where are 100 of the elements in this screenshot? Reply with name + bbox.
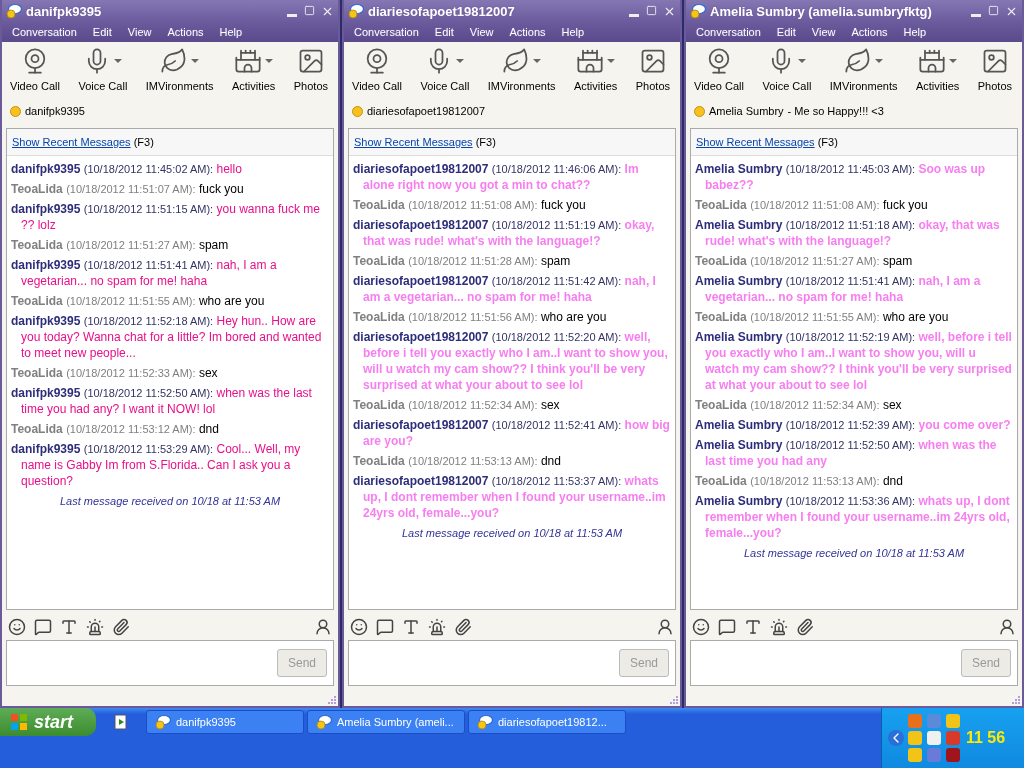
menu-item[interactable]: View [127,26,152,38]
chat-message: TeoaLida (10/18/2012 11:51:08 AM): fuck you [695,197,929,213]
show-desktop-icon[interactable] [113,714,129,730]
alert-icon[interactable] [86,618,104,636]
chevron-left-icon[interactable] [888,730,904,746]
menu-item[interactable]: Conversation [696,26,761,38]
smiley-icon[interactable] [8,618,26,636]
show-recent-messages-link[interactable]: Show Recent Messages [696,136,815,148]
chat-message: TeoaLida (10/18/2012 11:52:34 AM): sex [353,397,561,413]
window-title: danifpk9395 [26,3,103,19]
toolbar-button[interactable]: IMVironments [487,44,556,100]
menu-item[interactable]: Help [903,26,927,38]
chat-message: TeoaLida (10/18/2012 11:51:07 AM): fuck you [11,181,245,197]
chat-message: Amelia Sumbry (10/18/2012 11:52:39 AM): you come over? [695,417,1012,433]
toolbar-button[interactable]: Photos [977,44,1012,100]
menu-item[interactable]: Actions [167,26,204,38]
toolbar-button[interactable]: Video Call [10,44,60,100]
chat-bubble-icon [6,3,22,19]
toolbar-button[interactable]: Voice Call [78,44,128,100]
alert-icon[interactable] [428,618,446,636]
user-icon[interactable] [314,618,332,636]
taskbar-button[interactable]: danifpk9395 [146,710,304,734]
toolbar-button[interactable]: IMVironments [829,44,898,100]
toolbar-button[interactable]: Voice Call [762,44,812,100]
chat-message: TeoaLida (10/18/2012 11:51:27 AM): spam [11,237,230,253]
smiley-icon[interactable] [692,618,710,636]
resize-grip-icon[interactable] [668,694,678,704]
minimize-icon [971,13,981,17]
chat-message: TeoaLida (10/18/2012 11:52:33 AM): sex [11,365,219,381]
toolbar-button[interactable]: Photos [635,44,670,100]
status-dot [352,105,363,117]
paperclip-icon[interactable] [454,618,472,636]
shortcut-hint: (F3) [133,136,154,148]
minimize-icon [287,13,297,17]
last-message-note: Last message received on 10/18 at 11:53 AM [400,526,624,541]
maximize-icon [988,4,999,16]
paperclip-icon[interactable] [796,618,814,636]
text-format-icon[interactable] [60,618,78,636]
chat-bubble-icon [477,714,493,730]
chat-message: TeoaLida (10/18/2012 11:51:55 AM): who are you [11,293,266,309]
toolbar-button[interactable]: Activities [231,44,276,100]
contact-name: Amelia Sumbry [709,105,784,117]
menu-item[interactable]: Edit [92,26,112,38]
chat-message: TeoaLida (10/18/2012 11:53:12 AM): dnd [11,421,220,437]
status-dot [10,105,21,117]
chat-message: Amelia Sumbry (10/18/2012 11:51:41 AM): nah, I am a vegetarian... no spam for me! haha [695,273,982,305]
menu-item[interactable]: Edit [434,26,454,38]
show-recent-messages-link[interactable]: Show Recent Messages [354,136,473,148]
taskbar-button[interactable]: Amelia Sumbry (ameli... [307,710,465,734]
start-button[interactable]: start [0,708,96,736]
taskbar-button[interactable]: diariesofapoet19812... [468,710,626,734]
text-format-icon[interactable] [402,618,420,636]
toolbar-button[interactable]: IMVironments [145,44,214,100]
clock: 11 56 [966,729,1006,747]
menu-item[interactable]: Actions [509,26,546,38]
menu-item[interactable]: Help [219,26,243,38]
toolbar-button[interactable]: Voice Call [420,44,470,100]
status-dot [694,105,705,117]
maximize-button[interactable] [646,4,659,18]
resize-grip-icon[interactable] [326,694,336,704]
chat-message: danifpk9395 (10/18/2012 11:51:15 AM): you wanna fuck me ?? lolz [11,201,321,233]
menu-item[interactable]: View [469,26,494,38]
resize-grip-icon[interactable] [1010,694,1020,704]
chat-message: Amelia Sumbry (10/18/2012 11:51:18 AM): okay, that was rude! what's with the language!? [695,217,1001,249]
maximize-icon [304,4,315,16]
maximize-button[interactable] [304,4,317,18]
minimize-icon [629,13,639,17]
chat-bubble-icon [690,3,706,19]
menu-item[interactable]: Edit [776,26,796,38]
shortcut-hint: (F3) [817,136,838,148]
status-message: - Me so Happy!!! <3 [787,105,884,117]
alert-icon[interactable] [770,618,788,636]
maximize-icon [646,4,657,16]
menu-item[interactable]: Conversation [12,26,77,38]
text-format-icon[interactable] [744,618,762,636]
chat-message: danifpk9395 (10/18/2012 11:45:02 AM): hello [11,161,243,177]
speech-bubble-icon[interactable] [718,618,736,636]
speech-bubble-icon[interactable] [34,618,52,636]
chat-message: danifpk9395 (10/18/2012 11:53:29 AM): Cool... Well, my name is Gabby Im from S.Florida.. Can I ask you a question? [11,441,302,489]
menu-item[interactable]: Conversation [354,26,419,38]
chat-bubble-icon [348,3,364,19]
user-icon[interactable] [998,618,1016,636]
toolbar-button[interactable]: Video Call [694,44,744,100]
speech-bubble-icon[interactable] [376,618,394,636]
chat-message: Amelia Sumbry (10/18/2012 11:52:50 AM): when was the last time you had any [695,437,998,469]
toolbar-button[interactable]: Video Call [352,44,402,100]
chat-message: TeoaLida (10/18/2012 11:53:13 AM): dnd [353,453,562,469]
menu-item[interactable]: Actions [851,26,888,38]
toolbar-button[interactable]: Activities [573,44,618,100]
smiley-icon[interactable] [350,618,368,636]
menu-item[interactable]: View [811,26,836,38]
chat-message: danifpk9395 (10/18/2012 11:52:18 AM): Hey hun.. How are you today? Wanna chat for a little? Im bored and wanted to meet new people... [11,313,323,361]
toolbar-button[interactable]: Activities [915,44,960,100]
paperclip-icon[interactable] [112,618,130,636]
contact-name: danifpk9395 [25,105,85,117]
menu-item[interactable]: Help [561,26,585,38]
toolbar-button[interactable]: Photos [293,44,328,100]
show-recent-messages-link[interactable]: Show Recent Messages [12,136,131,148]
maximize-button[interactable] [988,4,1001,18]
user-icon[interactable] [656,618,674,636]
